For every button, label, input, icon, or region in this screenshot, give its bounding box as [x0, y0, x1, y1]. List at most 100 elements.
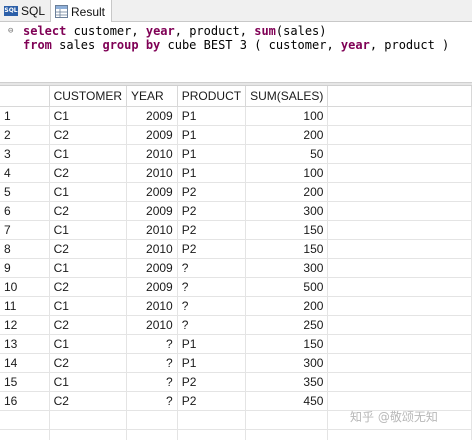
- cell-product[interactable]: ?: [177, 296, 247, 316]
- row-number[interactable]: 16: [0, 391, 50, 411]
- cell-year[interactable]: 2009: [126, 182, 178, 202]
- cell-product[interactable]: ?: [177, 277, 247, 297]
- table-row[interactable]: 4 C2 2010 P1 100: [0, 163, 472, 183]
- cell-year[interactable]: 2009: [126, 258, 178, 278]
- cell-customer[interactable]: C2: [49, 353, 128, 373]
- cell-product[interactable]: P1: [177, 163, 247, 183]
- cell-product[interactable]: P2: [177, 239, 247, 259]
- cell-product[interactable]: P1: [177, 125, 247, 145]
- cell-sum-sales[interactable]: 300: [245, 353, 329, 373]
- cell-product[interactable]: P1: [177, 106, 247, 126]
- cell-sum-sales[interactable]: 200: [245, 182, 329, 202]
- column-header-year[interactable]: YEAR: [126, 86, 178, 107]
- cell-year[interactable]: 2009: [126, 125, 178, 145]
- row-number-header[interactable]: [0, 86, 50, 107]
- table-row[interactable]: 6 C2 2009 P2 300: [0, 201, 472, 221]
- cell-sum-sales[interactable]: 100: [245, 106, 329, 126]
- cell-year[interactable]: ?: [126, 391, 178, 411]
- cell-product[interactable]: P2: [177, 372, 247, 392]
- sql-editor[interactable]: ⊖ select customer, year, product, sum(sa…: [0, 22, 472, 82]
- row-number[interactable]: 1: [0, 106, 50, 126]
- cell-year[interactable]: ?: [126, 334, 178, 354]
- cell-sum-sales[interactable]: 500: [245, 277, 329, 297]
- cell-sum-sales[interactable]: 150: [245, 239, 329, 259]
- fold-collapse-icon[interactable]: ⊖: [8, 27, 17, 36]
- cell-product[interactable]: P1: [177, 144, 247, 164]
- column-header-customer[interactable]: CUSTOMER: [49, 86, 128, 107]
- table-row[interactable]: 9 C1 2009? 300: [0, 258, 472, 278]
- tab-sql[interactable]: SQL SQL: [0, 0, 50, 22]
- cell-sum-sales[interactable]: 100: [245, 163, 329, 183]
- cell-product[interactable]: P2: [177, 201, 247, 221]
- row-number[interactable]: 14: [0, 353, 50, 373]
- cell-year[interactable]: 2010: [126, 315, 178, 335]
- cell-customer[interactable]: C2: [49, 277, 128, 297]
- cell-customer[interactable]: C1: [49, 182, 128, 202]
- table-row[interactable]: 14 C2? P1 300: [0, 353, 472, 373]
- cell-year[interactable]: 2010: [126, 296, 178, 316]
- cell-customer[interactable]: C1: [49, 372, 128, 392]
- row-number[interactable]: 15: [0, 372, 50, 392]
- table-row[interactable]: 10 C2 2009? 500: [0, 277, 472, 297]
- cell-product[interactable]: P2: [177, 391, 247, 411]
- cell-product[interactable]: ?: [177, 315, 247, 335]
- cell-customer[interactable]: C1: [49, 144, 128, 164]
- cell-customer[interactable]: C1: [49, 334, 128, 354]
- tab-result[interactable]: Result: [50, 0, 112, 23]
- cell-year[interactable]: ?: [126, 353, 178, 373]
- column-header-sum-sales[interactable]: SUM(SALES): [245, 86, 329, 107]
- cell-customer[interactable]: C1: [49, 106, 128, 126]
- row-number[interactable]: 10: [0, 277, 50, 297]
- table-row[interactable]: 8 C2 2010 P2 150: [0, 239, 472, 259]
- row-number[interactable]: 11: [0, 296, 50, 316]
- row-number[interactable]: 5: [0, 182, 50, 202]
- cell-product[interactable]: P1: [177, 334, 247, 354]
- cell-sum-sales[interactable]: 250: [245, 315, 329, 335]
- table-row[interactable]: 15 C1? P2 350: [0, 372, 472, 392]
- cell-year[interactable]: ?: [126, 372, 178, 392]
- row-number[interactable]: 13: [0, 334, 50, 354]
- cell-sum-sales[interactable]: 200: [245, 296, 329, 316]
- cell-customer[interactable]: C1: [49, 296, 128, 316]
- row-number[interactable]: 3: [0, 144, 50, 164]
- cell-sum-sales[interactable]: 150: [245, 220, 329, 240]
- cell-sum-sales[interactable]: 450: [245, 391, 329, 411]
- cell-sum-sales[interactable]: 350: [245, 372, 329, 392]
- row-number[interactable]: 2: [0, 125, 50, 145]
- table-row[interactable]: 5 C1 2009 P2 200: [0, 182, 472, 202]
- cell-year[interactable]: 2009: [126, 277, 178, 297]
- column-header-product[interactable]: PRODUCT: [177, 86, 247, 107]
- cell-sum-sales[interactable]: 200: [245, 125, 329, 145]
- cell-product[interactable]: P1: [177, 353, 247, 373]
- cell-customer[interactable]: C2: [49, 239, 128, 259]
- row-number[interactable]: 6: [0, 201, 50, 221]
- row-number[interactable]: 4: [0, 163, 50, 183]
- row-number[interactable]: 8: [0, 239, 50, 259]
- cell-year[interactable]: 2010: [126, 239, 178, 259]
- row-number[interactable]: 12: [0, 315, 50, 335]
- table-row[interactable]: 13 C1? P1 150: [0, 334, 472, 354]
- row-number[interactable]: 7: [0, 220, 50, 240]
- cell-year[interactable]: 2009: [126, 201, 178, 221]
- table-row[interactable]: 7 C1 2010 P2 150: [0, 220, 472, 240]
- cell-product[interactable]: ?: [177, 258, 247, 278]
- cell-product[interactable]: P2: [177, 182, 247, 202]
- cell-year[interactable]: 2010: [126, 220, 178, 240]
- table-row[interactable]: 1 C1 2009 P1 100: [0, 106, 472, 126]
- cell-customer[interactable]: C2: [49, 315, 128, 335]
- cell-customer[interactable]: C1: [49, 220, 128, 240]
- cell-customer[interactable]: C2: [49, 163, 128, 183]
- row-number[interactable]: 9: [0, 258, 50, 278]
- cell-customer[interactable]: C2: [49, 391, 128, 411]
- table-row[interactable]: 12 C2 2010? 250: [0, 315, 472, 335]
- cell-customer[interactable]: C2: [49, 201, 128, 221]
- cell-sum-sales[interactable]: 300: [245, 201, 329, 221]
- cell-year[interactable]: 2010: [126, 163, 178, 183]
- table-row[interactable]: 11 C1 2010? 200: [0, 296, 472, 316]
- cell-sum-sales[interactable]: 150: [245, 334, 329, 354]
- table-row[interactable]: 2 C2 2009 P1 200: [0, 125, 472, 145]
- cell-sum-sales[interactable]: 50: [245, 144, 329, 164]
- cell-year[interactable]: 2009: [126, 106, 178, 126]
- cell-year[interactable]: 2010: [126, 144, 178, 164]
- cell-customer[interactable]: C1: [49, 258, 128, 278]
